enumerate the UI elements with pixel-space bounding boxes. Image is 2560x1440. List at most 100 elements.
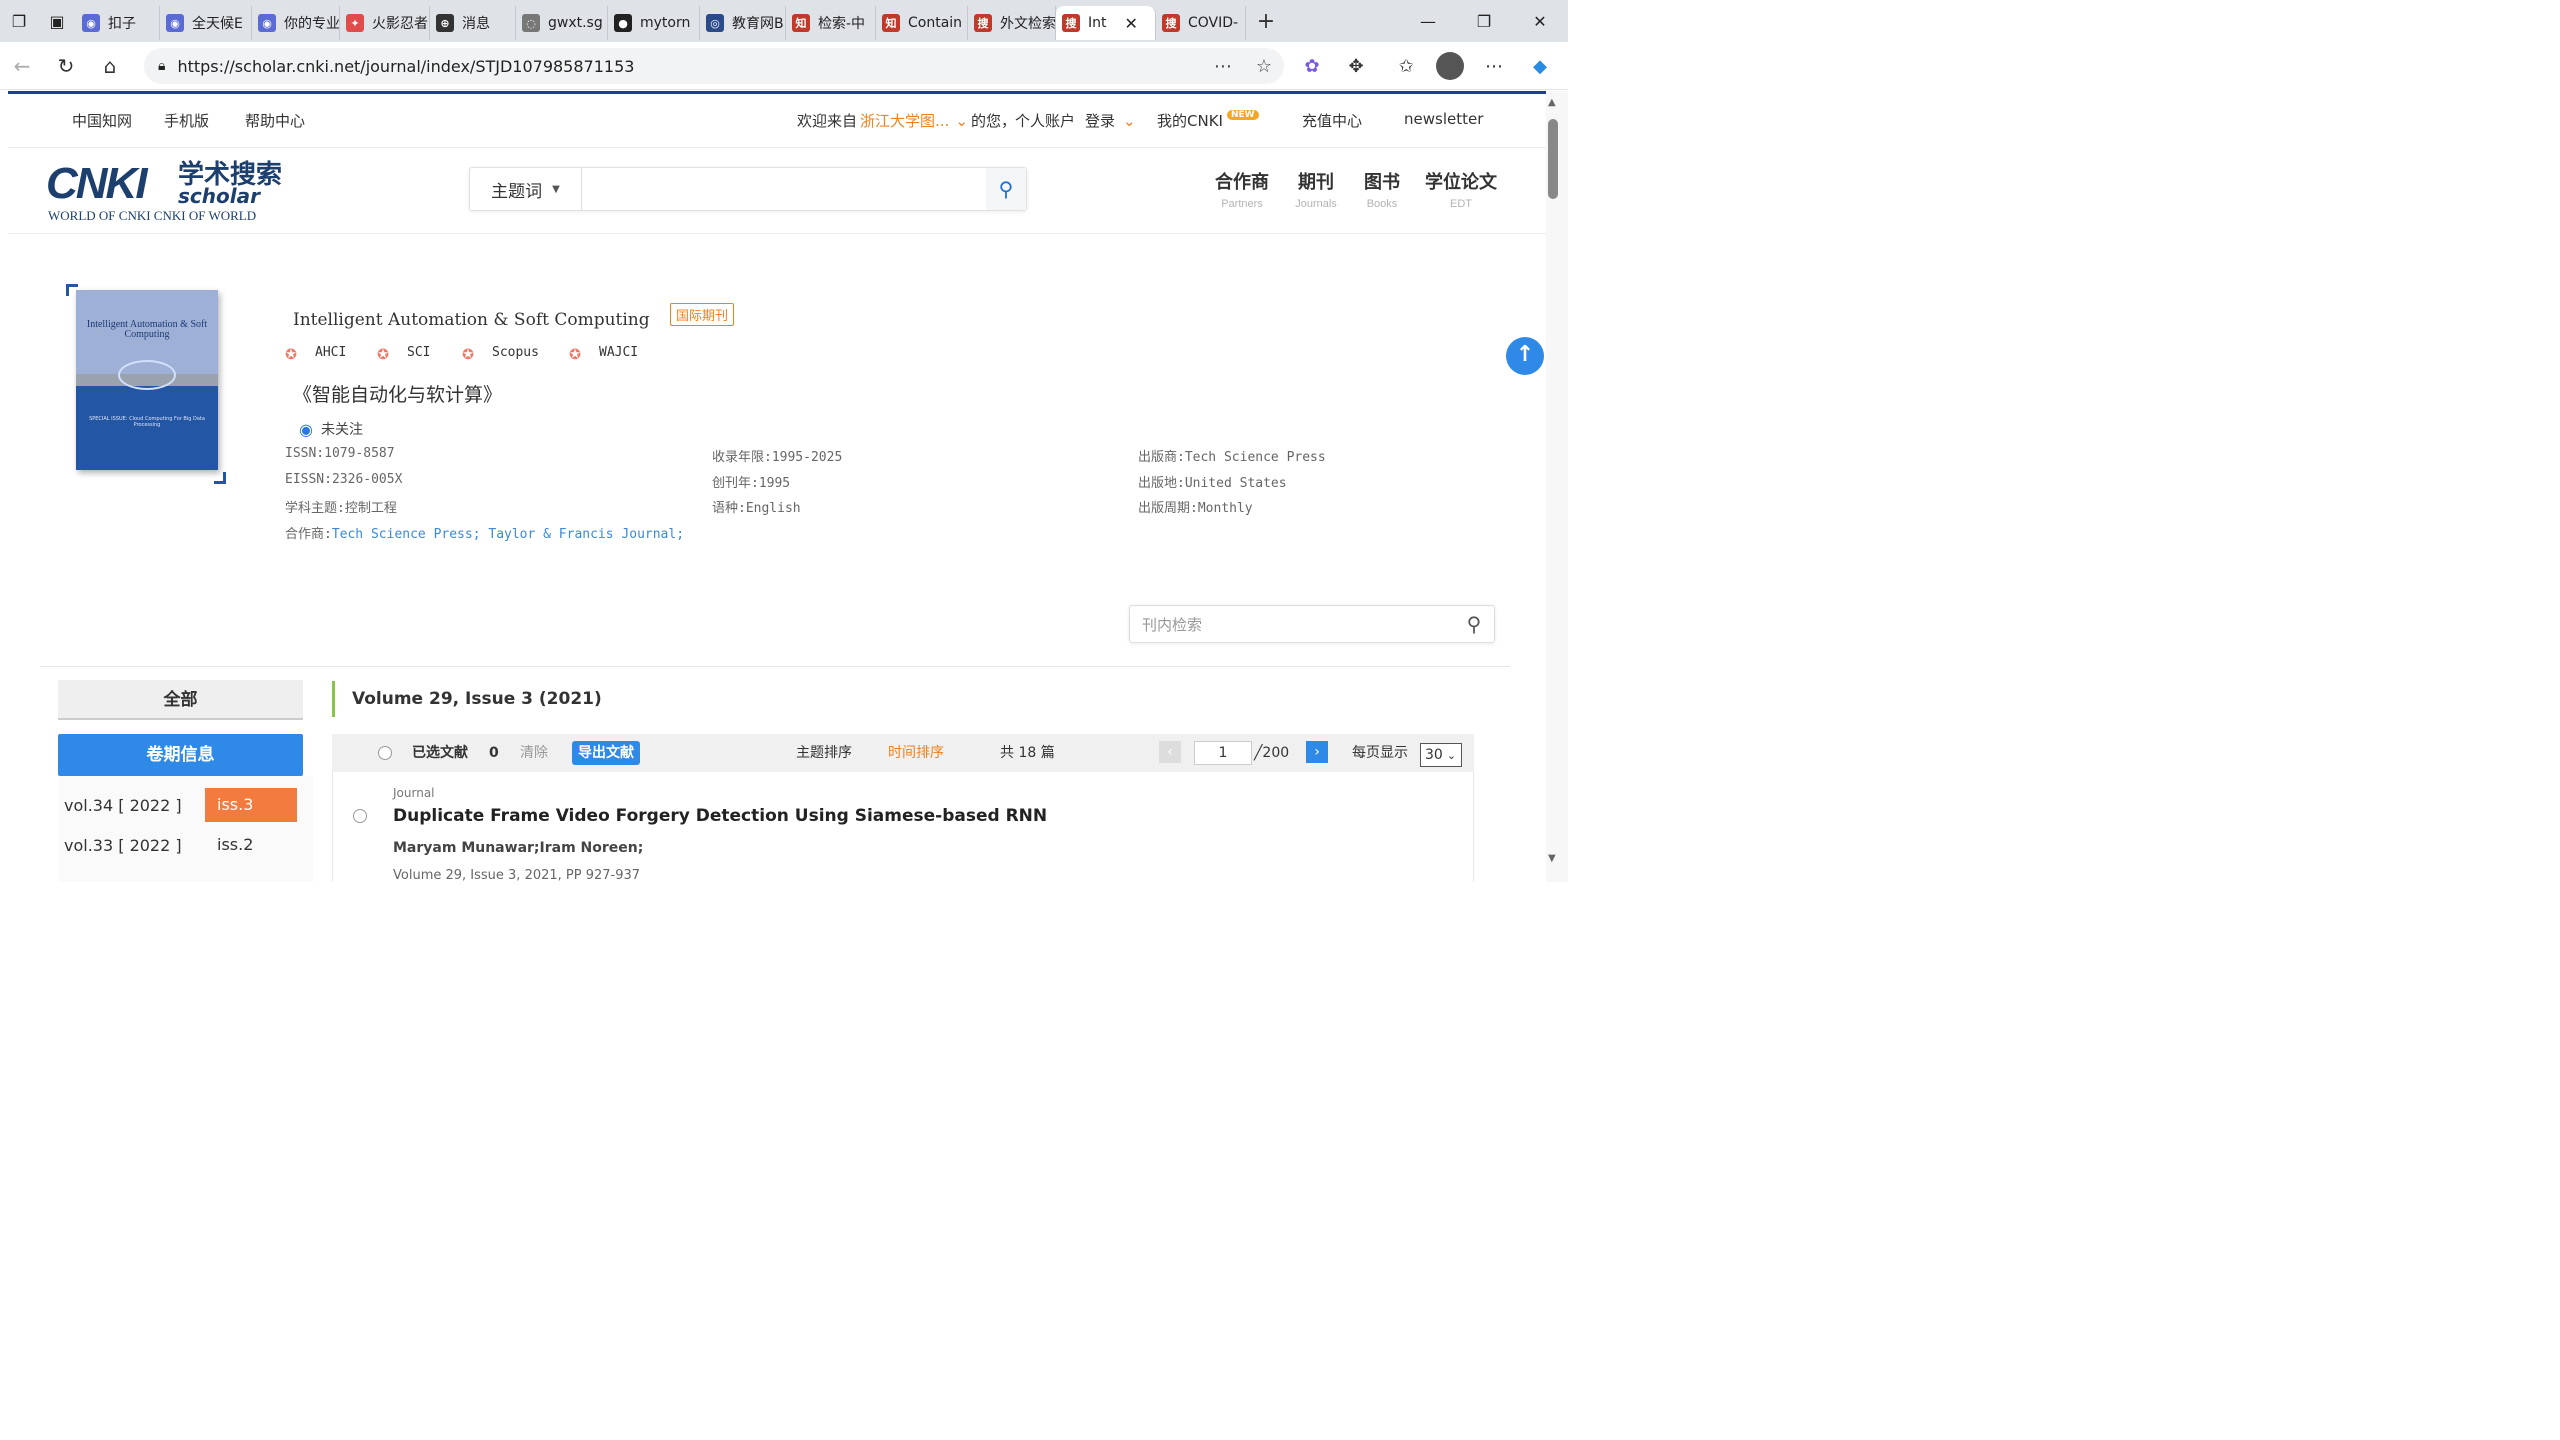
result-title-link[interactable]: Duplicate Frame Video Forgery Detection … [393,806,1047,826]
recharge-link[interactable]: 充值中心 [1302,110,1362,131]
sort-topic[interactable]: 主题排序 [796,734,852,772]
clear-button[interactable]: 清除 [520,734,548,772]
extension-icon[interactable]: ✿ [1292,42,1332,90]
journal-title: Intelligent Automation & Soft Computing [293,310,650,330]
partners: 合作商:Tech Science Press; Taylor & Francis… [285,523,684,542]
scroll-up-arrow[interactable]: ▲ [1548,97,1556,108]
all-button[interactable]: 全部 [58,680,303,720]
follow-label: 未关注 [320,422,363,438]
browser-tab[interactable]: ◎ 教育网B [700,6,786,40]
browser-tab[interactable]: 搜 Int ✕ [1056,6,1156,40]
tab-favicon-icon: ◌ [522,14,540,32]
personal-account-link[interactable]: 个人账户 [1015,110,1075,131]
search-field-select[interactable]: 主题词 ▼ [470,167,582,211]
more-page-icon[interactable]: ⋯ [1214,56,1232,77]
login-link[interactable]: 登录 ⌄ [1085,110,1136,131]
publish-frequency: 出版周期:Monthly [1138,501,1253,516]
tab-label: 你的专业 [284,16,340,32]
favorites-icon[interactable]: ✩ [1386,42,1426,90]
browser-tab[interactable]: ⊕ 消息 [430,6,516,40]
in-journal-search-input[interactable]: 刊内检索 [1130,614,1454,635]
result-authors[interactable]: Maryam Munawar;Iram Noreen; [393,840,643,856]
per-page-select[interactable]: 30 ⌄ [1420,743,1462,767]
chevron-down-icon: ⌄ [955,112,968,130]
volume-item[interactable]: vol.34 [ 2022 ] [64,796,182,815]
browser-tab[interactable]: ● mytorn [608,6,700,40]
browser-tab[interactable]: ◉ 扣子 [76,6,160,40]
scroll-thumb[interactable] [1548,119,1558,199]
address-bar-row: ← ↻ ⌂ 🔒︎ https://scholar.cnki.net/journa… [0,42,1568,90]
back-button[interactable]: ← [0,42,44,90]
nav-edt[interactable]: 学位论文 EDT [1422,168,1500,210]
home-button[interactable]: ⌂ [88,42,132,90]
browser-tab[interactable]: ◉ 全天候E [160,6,252,40]
nav-journals-zh: 期刊 [1298,172,1334,193]
settings-more-icon[interactable]: ⋯ [1474,42,1514,90]
page-input[interactable]: 1 [1194,741,1252,765]
partners-link[interactable]: Tech Science Press; Taylor & Francis Jou… [332,527,684,542]
nav-partners[interactable]: 合作商 Partners [1214,168,1270,210]
copilot-icon[interactable]: ◆ [1520,42,1560,90]
logo-subtitle: WORLD OF CNKI CNKI OF WORLD [48,208,257,223]
back-to-top-button[interactable]: ↑ [1506,337,1544,375]
tab-favicon-icon: 知 [882,14,900,32]
new-tab-button[interactable]: + [1246,9,1286,34]
newsletter-link[interactable]: newsletter [1404,110,1483,128]
profile-avatar[interactable] [1430,42,1470,90]
tab-label: Int [1088,15,1107,31]
lock-icon[interactable]: 🔒︎ [158,58,165,74]
browser-tab[interactable]: ◉ 你的专业 [252,6,340,40]
nav-help[interactable]: 帮助中心 [245,110,305,131]
cnki-scholar-logo[interactable]: CNKI 学术搜索 scholar WORLD OF CNKI CNKI OF … [46,162,286,224]
minimize-button[interactable]: — [1400,0,1456,42]
browser-tab[interactable]: ◌ gwxt.sg [516,6,608,40]
browser-tab[interactable]: 搜外文检索 [968,6,1056,40]
workspaces-icon[interactable]: ❐ [0,0,38,42]
favorite-star-icon[interactable]: ☆ [1256,56,1272,77]
url-field[interactable]: 🔒︎ https://scholar.cnki.net/journal/inde… [144,48,1284,84]
search-input[interactable] [582,168,986,210]
tab-label: 教育网B [732,16,784,32]
browser-tab[interactable]: 知 Contain [876,6,968,40]
nav-cnki[interactable]: 中国知网 [72,110,132,131]
maximize-button[interactable]: ❐ [1456,0,1512,42]
issue-item[interactable]: iss.2 [205,828,297,862]
refresh-button[interactable]: ↻ [44,42,88,90]
browser-tab[interactable]: 搜 COVID- [1156,6,1246,40]
index-label: SCI [407,344,431,360]
chevron-down-icon: ⌄ [1446,749,1457,762]
search-button[interactable]: ⚲ [986,168,1026,210]
browser-tab[interactable]: 知检索-中 [786,6,876,40]
institution-link[interactable]: 浙江大学图... ⌄ [860,110,968,131]
nav-mobile[interactable]: 手机版 [164,110,209,131]
issue-item-active[interactable]: iss.3 [205,788,297,822]
close-tab-icon[interactable]: ✕ [1125,14,1138,33]
page-scrollbar[interactable]: ▲ ▼ [1546,91,1568,882]
prev-page-button[interactable]: ‹ [1159,741,1181,763]
index-label: AHCI [315,344,347,360]
follow-button[interactable]: ◉ 未关注 [299,419,363,439]
search-icon[interactable]: ⚲ [1454,612,1494,636]
award-ribbon-icon: ✪ [377,340,390,364]
journal-title-cn: 《智能自动化与软计算》 [293,384,503,406]
mycnki-label: 我的CNKI [1157,112,1223,130]
mycnki-link[interactable]: 我的CNKI NEW [1157,110,1259,131]
tab-actions-icon[interactable]: ▣ [38,0,76,42]
next-page-button[interactable]: › [1306,741,1328,763]
browser-tab[interactable]: ✦ 火影忍者 [340,6,430,40]
result-select-radio[interactable] [353,809,367,823]
index-ahci: ✪ AHCI [285,340,346,364]
volume-info-button[interactable]: 卷期信息 [58,734,303,776]
sort-time[interactable]: 时间排序 [888,734,944,772]
extensions-puzzle-icon[interactable]: ✥ [1336,42,1376,90]
close-window-button[interactable]: ✕ [1512,0,1568,42]
site-header: CNKI 学术搜索 scholar WORLD OF CNKI CNKI OF … [8,148,1546,234]
nav-journals[interactable]: 期刊 Journals [1292,168,1340,210]
tab-favicon-icon: ✦ [346,14,364,32]
select-all-radio[interactable] [378,746,392,760]
in-journal-search[interactable]: 刊内检索 ⚲ [1129,605,1495,643]
export-button[interactable]: 导出文献 [572,741,640,765]
scroll-down-arrow[interactable]: ▼ [1548,853,1556,864]
nav-books[interactable]: 图书 Books [1362,168,1402,210]
volume-item[interactable]: vol.33 [ 2022 ] [64,836,182,855]
